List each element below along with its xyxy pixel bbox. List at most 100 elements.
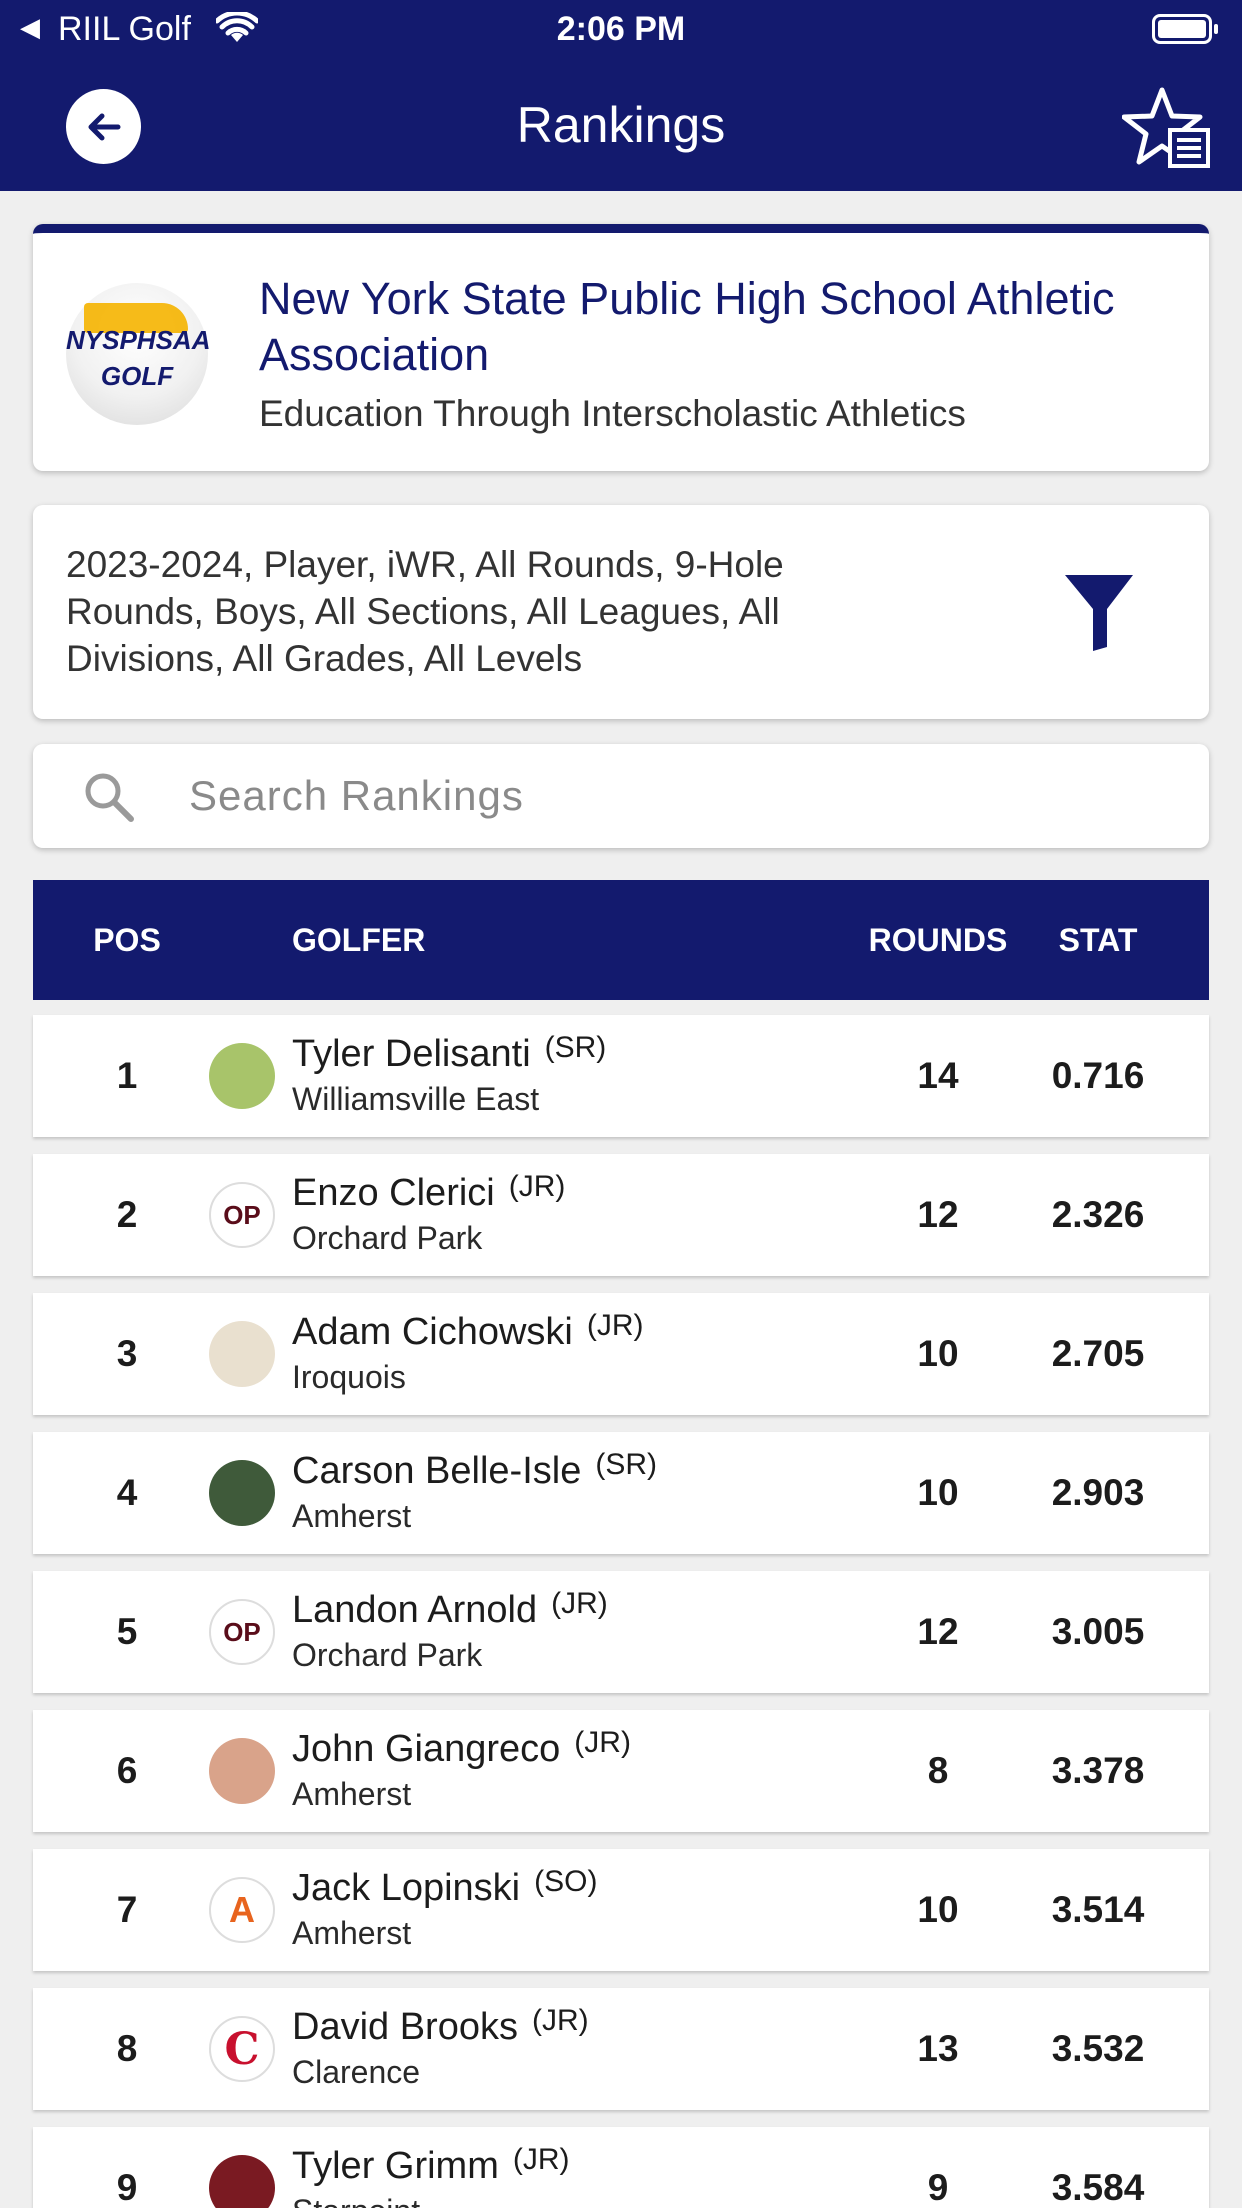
table-row[interactable]: 5 OP Landon Arnold (JR) Orchard Park 12 3… xyxy=(33,1571,1209,1693)
search-bar[interactable] xyxy=(33,744,1209,848)
row-rounds: 12 xyxy=(917,1611,959,1652)
golfer-avatar xyxy=(209,1043,275,1109)
golfer-school: Orchard Park xyxy=(292,1220,483,1256)
row-position: 8 xyxy=(116,2028,138,2069)
avatar-text: OP xyxy=(223,1616,261,1647)
row-rounds: 14 xyxy=(917,1055,959,1096)
golfer-school: Clarence xyxy=(292,2054,421,2090)
golfer-name-text: Enzo Clerici xyxy=(292,1172,495,1214)
row-rounds: 10 xyxy=(917,1333,959,1374)
filter-summary: 2023-2024, Player, iWR, All Rounds, 9-Ho… xyxy=(66,544,784,679)
golfer-grade: (SO) xyxy=(534,1865,598,1898)
golfer-avatar: A xyxy=(209,1877,275,1943)
golfer-name: Jack Lopinski (SO) xyxy=(292,1865,598,1910)
search-input[interactable] xyxy=(189,764,1149,828)
golfer-avatar: OP xyxy=(209,1599,275,1665)
golfer-grade: (JR) xyxy=(586,1309,644,1342)
row-stat: 2.903 xyxy=(1051,1472,1145,1513)
row-stat: 0.716 xyxy=(1051,1055,1145,1096)
golfer-school: Iroquois xyxy=(292,1359,406,1395)
golfer-school: Amherst xyxy=(292,1498,412,1534)
organization-name: New York State Public High School Athlet… xyxy=(259,273,1115,380)
golfer-name-text: David Brooks xyxy=(292,2006,518,2048)
golfer-grade: (JR) xyxy=(512,2143,570,2176)
golfer-school: Amherst xyxy=(292,1915,412,1951)
row-stat: 2.326 xyxy=(1051,1194,1145,1235)
rankings-table-header: POS GOLFER ROUNDS STAT xyxy=(33,880,1209,1000)
golfer-name-text: Adam Cichowski xyxy=(292,1311,573,1353)
golfer-name-text: John Giangreco xyxy=(292,1728,561,1770)
organization-logo: NYSPHSAA GOLF xyxy=(66,283,211,425)
logo-text-top: NYSPHSAA xyxy=(66,325,211,355)
table-row[interactable]: 4 Carson Belle-Isle (SR) Amherst 10 2.903 xyxy=(33,1432,1209,1554)
avatar-text: C xyxy=(224,2023,260,2075)
golfer-school: Orchard Park xyxy=(292,1637,483,1673)
organization-tagline: Education Through Interscholastic Athlet… xyxy=(259,393,966,434)
row-rounds: 10 xyxy=(917,1472,959,1513)
star-list-icon xyxy=(1121,87,1210,168)
golfer-name: Landon Arnold (JR) xyxy=(292,1587,608,1632)
golfer-name: Enzo Clerici (JR) xyxy=(292,1170,566,1215)
table-row[interactable]: 7 A Jack Lopinski (SO) Amherst 10 3.514 xyxy=(33,1849,1209,1971)
app-header: ◀ RIIL Golf 2:06 PM Rankings xyxy=(0,0,1242,191)
golfer-avatar xyxy=(209,2155,275,2208)
row-position: 7 xyxy=(116,1889,138,1930)
table-row[interactable]: 6 John Giangreco (JR) Amherst 8 3.378 xyxy=(33,1710,1209,1832)
golfer-name-text: Jack Lopinski xyxy=(292,1867,521,1909)
row-position: 5 xyxy=(116,1611,138,1652)
row-stat: 3.532 xyxy=(1051,2028,1145,2069)
page-title: Rankings xyxy=(516,97,726,153)
golfer-school: Amherst xyxy=(292,1776,412,1812)
row-rounds: 13 xyxy=(917,2028,959,2069)
column-header-rounds[interactable]: ROUNDS xyxy=(863,922,1013,959)
row-stat: 3.584 xyxy=(1051,2167,1145,2208)
filter-card[interactable]: 2023-2024, Player, iWR, All Rounds, 9-Ho… xyxy=(33,505,1209,719)
golfer-name: David Brooks (JR) xyxy=(292,2004,589,2049)
golfer-name-text: Tyler Grimm xyxy=(292,2145,499,2187)
golfer-avatar xyxy=(209,1460,275,1526)
favorites-button[interactable] xyxy=(1121,86,1212,170)
column-header-pos[interactable]: POS xyxy=(33,922,221,959)
row-stat: 2.705 xyxy=(1051,1333,1145,1374)
row-stat: 3.005 xyxy=(1051,1611,1145,1652)
row-rounds: 12 xyxy=(917,1194,959,1235)
row-position: 4 xyxy=(116,1472,138,1513)
search-icon xyxy=(85,773,134,822)
row-stat: 3.514 xyxy=(1051,1889,1145,1930)
golfer-school: Williamsville East xyxy=(292,1081,540,1117)
golfer-avatar xyxy=(209,1738,275,1804)
golfer-school: Starpoint xyxy=(292,2193,420,2208)
status-time: 2:06 PM xyxy=(556,10,686,48)
battery-icon xyxy=(1152,14,1218,44)
table-row[interactable]: 9 Tyler Grimm (JR) Starpoint 9 3.584 xyxy=(33,2127,1209,2208)
avatar-text: OP xyxy=(223,1199,261,1230)
table-row[interactable]: 1 Tyler Delisanti (SR) Williamsville East… xyxy=(33,1015,1209,1137)
golfer-grade: (JR) xyxy=(531,2004,589,2037)
table-row[interactable]: 2 OP Enzo Clerici (JR) Orchard Park 12 2.… xyxy=(33,1154,1209,1276)
golfer-grade: (JR) xyxy=(508,1170,566,1203)
golfer-grade: (JR) xyxy=(551,1587,608,1620)
filter-icon[interactable] xyxy=(1065,575,1133,651)
golfer-avatar: OP xyxy=(209,1182,275,1248)
organization-card[interactable]: NYSPHSAA GOLF New York State Public High… xyxy=(33,224,1209,471)
row-rounds: 10 xyxy=(917,1889,959,1930)
golfer-grade: (JR) xyxy=(574,1726,631,1759)
golfer-name: Adam Cichowski (JR) xyxy=(292,1309,644,1354)
golfer-name: Tyler Delisanti (SR) xyxy=(292,1031,607,1076)
status-bar: ◀ RIIL Golf 2:06 PM xyxy=(0,0,1242,60)
column-header-stat[interactable]: STAT xyxy=(1023,922,1173,959)
logo-text-bottom: GOLF xyxy=(100,361,174,391)
row-rounds: 9 xyxy=(927,2167,949,2208)
golfer-name: Carson Belle-Isle (SR) xyxy=(292,1448,657,1493)
row-stat: 3.378 xyxy=(1051,1750,1145,1791)
column-header-golfer[interactable]: GOLFER xyxy=(292,922,425,959)
row-rounds: 8 xyxy=(927,1750,949,1791)
avatar-text: A xyxy=(229,1889,255,1930)
golfer-name-text: Carson Belle-Isle xyxy=(292,1450,582,1492)
row-position: 1 xyxy=(116,1055,138,1096)
golfer-grade: (SR) xyxy=(544,1031,607,1064)
table-row[interactable]: 8 C David Brooks (JR) Clarence 13 3.532 xyxy=(33,1988,1209,2110)
row-position: 6 xyxy=(116,1750,138,1791)
golfer-grade: (SR) xyxy=(595,1448,657,1481)
table-row[interactable]: 3 Adam Cichowski (JR) Iroquois 10 2.705 xyxy=(33,1293,1209,1415)
